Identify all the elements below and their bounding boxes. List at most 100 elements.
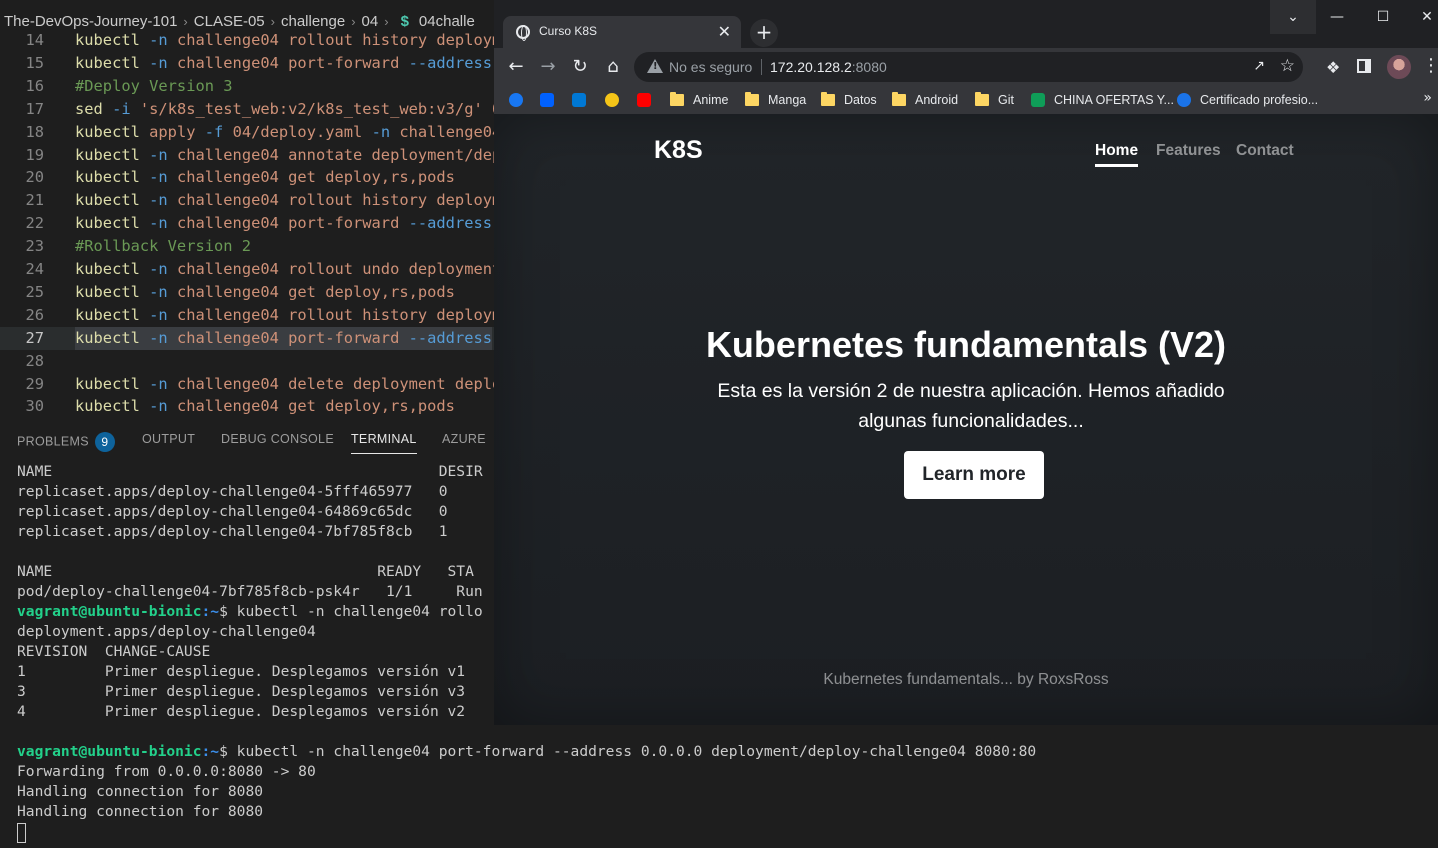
extensions-puzzle-icon[interactable]: ❖ bbox=[1326, 58, 1340, 77]
nav-home-link[interactable]: Home bbox=[1095, 142, 1139, 167]
terminal-text: REVISION CHANGE-CAUSE bbox=[17, 643, 211, 660]
code-token: apply bbox=[149, 122, 205, 141]
bookmark-star-icon[interactable]: ☆ bbox=[1280, 56, 1295, 76]
editor-line[interactable]: 24 kubectl -n challenge04 rollout undo de… bbox=[0, 258, 494, 281]
code-token: challenge04 port-forward bbox=[176, 214, 409, 233]
bookmark-label: Datos bbox=[844, 93, 877, 107]
editor-line[interactable]: 15 kubectl -n challenge04 port-forward --… bbox=[0, 52, 494, 75]
terminal-text: deployment.apps/deploy-challenge04 bbox=[17, 623, 316, 640]
breadcrumb-item-challenge[interactable]: challenge bbox=[277, 13, 349, 30]
bookmark-item[interactable]: Anime bbox=[670, 91, 728, 109]
footer-text: Kubernetes fundamentals... by RoxsRoss bbox=[823, 671, 1109, 688]
share-icon[interactable]: ↗ bbox=[1253, 58, 1265, 74]
editor-line[interactable]: 22 kubectl -n challenge04 port-forward --… bbox=[0, 212, 494, 235]
editor-line[interactable]: 29 kubectl -n challenge04 delete deployme… bbox=[0, 373, 494, 396]
terminal-text: $ kubectl -n challenge04 port-forward --… bbox=[219, 743, 1037, 760]
terminal-text: NAME DESIR bbox=[17, 463, 483, 480]
code-token: -n bbox=[149, 53, 177, 72]
editor-line[interactable]: 25 kubectl -n challenge04 get deploy,rs,p… bbox=[0, 281, 494, 304]
tab-azure[interactable]: AZURE bbox=[442, 432, 486, 446]
code-token: kubectl bbox=[75, 145, 150, 164]
profile-avatar[interactable] bbox=[1387, 55, 1411, 79]
tab-debug-console[interactable]: DEBUG CONSOLE bbox=[221, 432, 334, 446]
editor-line[interactable]: 26 kubectl -n challenge04 rollout history… bbox=[0, 304, 494, 327]
hero-lead: Esta es la versión 2 de nuestra aplicaci… bbox=[717, 380, 1225, 432]
code-editor[interactable]: 14 kubectl -n challenge04 rollout history… bbox=[0, 29, 494, 419]
url-text[interactable]: 172.20.128.2:8080 bbox=[770, 59, 887, 75]
line-number: 20 bbox=[25, 168, 44, 187]
kebab-menu-icon[interactable]: ⋮ bbox=[1422, 55, 1438, 76]
bookmark-item[interactable]: Certificado profesio... bbox=[1177, 91, 1318, 109]
bookmark-item[interactable] bbox=[572, 91, 595, 109]
reload-button[interactable]: ↻ bbox=[569, 56, 591, 78]
address-bar[interactable]: No es seguro 172.20.128.2:8080 ↗ ☆ bbox=[634, 52, 1303, 82]
code-text: kubectl -n challenge04 get deploy,rs,pod… bbox=[75, 395, 455, 418]
bookmarks-overflow-icon[interactable]: » bbox=[1423, 90, 1432, 106]
code-token: -n bbox=[149, 31, 177, 49]
code-text: kubectl -n challenge04 rollout history d… bbox=[75, 189, 494, 212]
editor-line[interactable]: 30 kubectl -n challenge04 get deploy,rs,p… bbox=[0, 395, 494, 418]
back-button[interactable]: ← bbox=[505, 56, 527, 78]
minimize-button[interactable]: — bbox=[1314, 0, 1360, 34]
side-panel-icon[interactable] bbox=[1357, 59, 1371, 73]
bookmark-item[interactable]: Git bbox=[975, 91, 1014, 109]
bookmark-label: Certificado profesio... bbox=[1200, 93, 1319, 107]
nav-features-link[interactable]: Features bbox=[1156, 142, 1221, 160]
breadcrumb-item-clase[interactable]: CLASE-05 bbox=[190, 13, 269, 30]
editor-line[interactable]: 17 sed -i 's/k8s_test_web:v2/k8s_test_web… bbox=[0, 98, 494, 121]
bookmark-item[interactable]: Android bbox=[892, 91, 958, 109]
line-number: 23 bbox=[25, 237, 44, 256]
bookmark-item[interactable] bbox=[540, 91, 563, 109]
security-label[interactable]: No es seguro bbox=[669, 59, 752, 75]
close-window-button[interactable]: ✕ bbox=[1404, 0, 1438, 34]
browser-tab[interactable]: Curso K8S ✕ bbox=[503, 16, 741, 48]
line-number: 22 bbox=[25, 214, 44, 233]
tab-output[interactable]: OUTPUT bbox=[142, 432, 195, 446]
editor-line[interactable]: 23 #Rollback Version 2 bbox=[0, 235, 494, 258]
nav-contact-link[interactable]: Contact bbox=[1236, 142, 1294, 160]
breadcrumb-item-repo[interactable]: The-DevOps-Journey-101 bbox=[0, 13, 181, 30]
code-text: kubectl -n challenge04 rollout history d… bbox=[75, 29, 494, 52]
tab-problems-label: PROBLEMS bbox=[17, 434, 89, 449]
warning-icon[interactable] bbox=[647, 59, 663, 73]
bookmark-item[interactable]: Manga bbox=[745, 91, 806, 109]
maximize-button[interactable]: ☐ bbox=[1360, 0, 1406, 34]
bookmark-item[interactable]: Datos bbox=[821, 91, 877, 109]
editor-line[interactable]: 16 #Deploy Version 3 bbox=[0, 75, 494, 98]
editor-line[interactable]: 20 kubectl -n challenge04 get deploy,rs,p… bbox=[0, 166, 494, 189]
editor-line[interactable]: 14 kubectl -n challenge04 rollout history… bbox=[0, 29, 494, 52]
tab-terminal[interactable]: TERMINAL bbox=[351, 432, 417, 454]
close-tab-icon[interactable]: ✕ bbox=[718, 22, 731, 41]
tab-problems[interactable]: PROBLEMS 9 bbox=[17, 432, 115, 452]
code-token: challenge04 rollout history deploym bbox=[176, 31, 494, 49]
editor-line[interactable]: 28 bbox=[0, 350, 494, 373]
bookmark-item[interactable] bbox=[637, 91, 660, 109]
new-tab-button[interactable]: + bbox=[750, 19, 778, 47]
home-button[interactable]: ⌂ bbox=[602, 56, 624, 78]
code-token: -f bbox=[204, 122, 233, 141]
code-token: challenge04 get deploy,rs,pods bbox=[176, 168, 455, 187]
editor-line[interactable]: 19 kubectl -n challenge04 annotate deploy… bbox=[0, 144, 494, 167]
bookmark-item[interactable]: CHINA OFERTAS Y... bbox=[1031, 91, 1174, 109]
terminal-text: $ kubectl -n challenge04 rollo bbox=[219, 603, 483, 620]
breadcrumb-item-file[interactable]: 04challe bbox=[415, 13, 479, 30]
omnibox-divider bbox=[761, 59, 762, 75]
terminal-line: Forwarding from 0.0.0.0:8080 -> 80 bbox=[17, 762, 316, 782]
bookmark-item[interactable] bbox=[509, 91, 532, 109]
bookmark-label: Git bbox=[998, 93, 1014, 107]
url-port: :8080 bbox=[851, 59, 887, 75]
tab-search-chevron-icon[interactable]: ⌄ bbox=[1270, 0, 1316, 34]
chevron-right-icon: › bbox=[183, 13, 188, 29]
site-brand[interactable]: K8S bbox=[654, 136, 703, 165]
forward-button[interactable]: → bbox=[537, 56, 559, 78]
learn-more-button[interactable]: Learn more bbox=[904, 451, 1044, 499]
code-text: sed -i 's/k8s_test_web:v2/k8s_test_web:v… bbox=[75, 98, 494, 121]
editor-line[interactable]: 21 kubectl -n challenge04 rollout history… bbox=[0, 189, 494, 212]
editor-line[interactable]: 18 kubectl apply -f 04/deploy.yaml -n cha… bbox=[0, 121, 494, 144]
bookmark-item[interactable] bbox=[605, 91, 628, 109]
chevron-right-icon: › bbox=[384, 13, 389, 29]
problems-count-badge: 9 bbox=[94, 432, 115, 452]
code-token: 04/deploy.yaml bbox=[232, 122, 372, 141]
editor-line[interactable]: 27 kubectl -n challenge04 port-forward --… bbox=[0, 326, 494, 350]
breadcrumb-item-04[interactable]: 04 bbox=[358, 13, 383, 30]
